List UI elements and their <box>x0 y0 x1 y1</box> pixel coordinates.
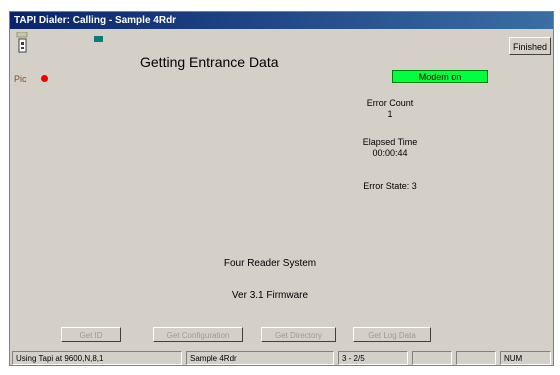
phone-icon <box>16 32 28 53</box>
firmware-info: Ver 3.1 Firmware <box>231 290 309 301</box>
get-directory-button[interactable]: Get Directory <box>261 327 336 342</box>
get-log-data-button[interactable]: Get Log Data <box>353 327 431 342</box>
network-icon <box>94 36 103 42</box>
status-pane-4 <box>412 351 452 365</box>
status-progress: 3 - 2/5 <box>338 351 408 365</box>
status-site: Sample 4Rdr <box>186 351 334 365</box>
modem-status-badge: Modem on <box>392 70 488 83</box>
status-pane-5 <box>456 351 496 365</box>
error-count-value: 1 <box>387 109 393 119</box>
app-window: TAPI Dialer: Calling - Sample 4Rdr Getti… <box>9 11 554 366</box>
pic-label: Pic <box>14 74 27 84</box>
status-indicator-dot <box>41 75 48 82</box>
status-num: NUM <box>500 351 551 365</box>
system-info: Four Reader System <box>223 258 317 269</box>
finished-button[interactable]: Finished <box>509 37 551 55</box>
page-title: Getting Entrance Data <box>140 54 279 70</box>
elapsed-time-label: Elapsed Time <box>362 137 418 147</box>
error-state: Error State: 3 <box>363 181 417 191</box>
get-id-button[interactable]: Get ID <box>61 327 121 342</box>
get-configuration-button[interactable]: Get Configuration <box>153 327 243 342</box>
error-count-label: Error Count <box>366 98 414 108</box>
window-titlebar: TAPI Dialer: Calling - Sample 4Rdr <box>10 12 553 29</box>
elapsed-time-value: 00:00:44 <box>372 148 408 158</box>
status-bar: Using Tapi at 9600,N,8,1 Sample 4Rdr 3 -… <box>10 350 553 366</box>
status-connection: Using Tapi at 9600,N,8,1 <box>12 351 182 365</box>
window-title: TAPI Dialer: Calling - Sample 4Rdr <box>14 15 177 26</box>
